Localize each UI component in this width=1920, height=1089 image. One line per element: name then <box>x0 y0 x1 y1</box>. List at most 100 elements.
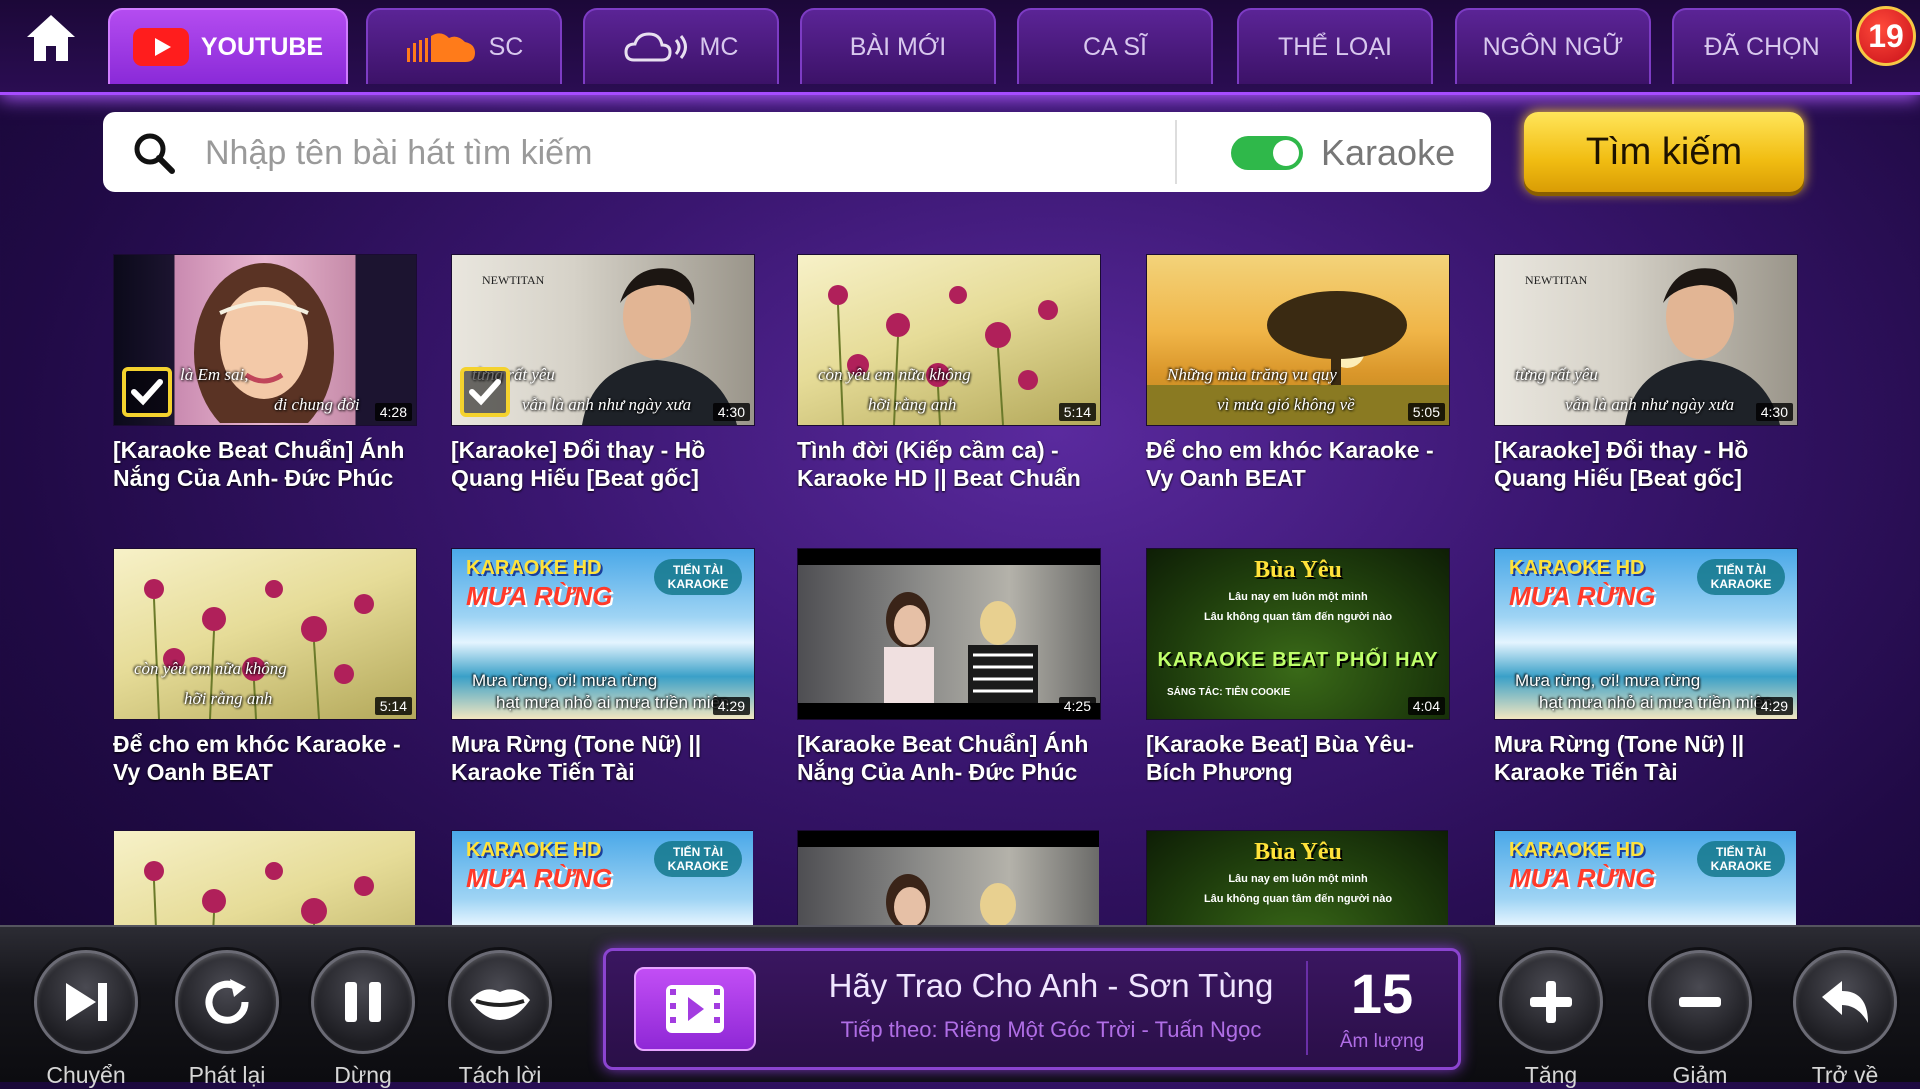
checkmark-icon <box>469 379 501 406</box>
thumb-lyric-line: từng rất yêu <box>1515 365 1598 384</box>
video-title[interactable]: [Karaoke] Đổi thay - Hồ Quang Hiếu [Beat… <box>451 436 753 492</box>
control-label: Tăng <box>1524 1062 1578 1088</box>
control-label: Trở về <box>1811 1062 1879 1088</box>
tab-label: THỂ LOẠI <box>1278 32 1392 61</box>
top-navigation-bar: YOUTUBE SC MC BÀI MỚI CA SĨ THỂ LOẠI NGÔN NGỮ Đ… <box>0 0 1920 95</box>
control-circle[interactable] <box>448 950 552 1054</box>
video-card[interactable]: KARAOKE HD MƯA RỪNG TIẾN TÀI KARAOKE <box>451 830 753 926</box>
video-title[interactable]: Để cho em khóc Karaoke - Vy Oanh BEAT <box>1146 436 1448 492</box>
search-divider <box>1175 120 1177 184</box>
video-thumbnail[interactable] <box>113 830 415 926</box>
video-thumbnail[interactable]: là Em sai, đi chung đời 4:28 <box>113 254 417 426</box>
now-playing-panel: Hãy Trao Cho Anh - Sơn Tùng Tiếp theo: R… <box>603 948 1461 1070</box>
tách-lời-button[interactable]: Tách lời <box>446 950 554 1089</box>
volume-divider <box>1306 961 1308 1055</box>
selected-count-badge[interactable]: 19 <box>1856 6 1916 66</box>
video-thumbnail[interactable]: Những mùa trăng vu quy vì mưa gió không v… <box>1146 254 1450 426</box>
video-title[interactable]: [Karaoke Beat Chuẩn] Ánh Nắng Của Anh- Đ… <box>113 436 415 492</box>
control-circle[interactable] <box>34 950 138 1054</box>
video-thumbnail[interactable] <box>797 830 1099 926</box>
search-button[interactable]: Tìm kiếm <box>1524 112 1804 192</box>
giảm-button[interactable]: Giảm <box>1646 950 1754 1089</box>
video-thumbnail[interactable]: còn yêu em nữa không hỡi rằng anh 5:14 <box>797 254 1101 426</box>
video-card[interactable]: NEWTITAN từng rất yêu vẫn là anh như ngày… <box>451 254 755 492</box>
tăng-button[interactable]: Tăng <box>1497 950 1605 1089</box>
video-duration: 5:05 <box>1407 403 1445 421</box>
video-card[interactable] <box>797 830 1099 926</box>
video-thumbnail[interactable]: KARAOKE HD MƯA RỪNG TIẾN TÀI KARAOKE Mưa… <box>1494 548 1798 720</box>
video-card[interactable]: 4:25 [Karaoke Beat Chuẩn] Ánh Nắng Của A… <box>797 548 1101 786</box>
video-thumbnail[interactable]: NEWTITAN từng rất yêu vẫn là anh như ngày… <box>451 254 755 426</box>
video-thumbnail[interactable]: KARAOKE HD MƯA RỪNG TIẾN TÀI KARAOKE Mưa… <box>451 548 755 720</box>
search-bar: Karaoke <box>103 112 1491 192</box>
video-thumbnail[interactable]: NEWTITAN từng rất yêu vẫn là anh như ngày… <box>1494 254 1798 426</box>
video-thumbnail[interactable]: KARAOKE HD MƯA RỪNG TIẾN TÀI KARAOKE <box>1494 830 1796 926</box>
checkmark-icon <box>131 379 163 406</box>
video-title[interactable]: Mưa Rừng (Tone Nữ) || Karaoke Tiến Tài <box>451 730 753 786</box>
video-card[interactable]: Bùa Yêu Lâu nay em luôn một mình Lâu khô… <box>1146 830 1448 926</box>
video-card[interactable]: còn yêu em nữa không hỡi rằng anh 5:14 Tì… <box>797 254 1101 492</box>
video-card[interactable]: là Em sai, đi chung đời 4:28 [Karaoke Bea… <box>113 254 417 492</box>
video-view-button[interactable] <box>634 967 756 1051</box>
chuyển-button[interactable]: Chuyển <box>32 950 140 1089</box>
video-card[interactable]: NEWTITAN từng rất yêu vẫn là anh như ngày… <box>1494 254 1798 492</box>
tab-label: CA SĨ <box>1083 32 1147 61</box>
flowers-art <box>144 861 374 926</box>
video-title[interactable]: [Karaoke Beat Chuẩn] Ánh Nắng Của Anh- Đ… <box>797 730 1099 786</box>
video-card[interactable]: KARAOKE HD MƯA RỪNG TIẾN TÀI KARAOKE <box>1494 830 1796 926</box>
video-title[interactable]: Tình đời (Kiếp cầm ca) - Karaoke HD || B… <box>797 436 1099 492</box>
video-thumbnail[interactable]: Bùa Yêu Lâu nay em luôn một mình Lâu khô… <box>1146 548 1450 720</box>
video-duration: 4:30 <box>712 403 750 421</box>
lips-icon <box>468 982 532 1022</box>
tab-thể-loại[interactable]: THỂ LOẠI <box>1237 8 1433 84</box>
video-title[interactable]: Để cho em khóc Karaoke - Vy Oanh BEAT <box>113 730 415 786</box>
video-card[interactable]: Bùa Yêu Lâu nay em luôn một mình Lâu khô… <box>1146 548 1450 786</box>
control-label: Chuyển <box>46 1062 126 1088</box>
home-button[interactable] <box>22 10 80 66</box>
video-thumbnail[interactable]: 4:25 <box>797 548 1101 720</box>
control-circle[interactable] <box>1499 950 1603 1054</box>
video-thumbnail[interactable]: còn yêu em nữa không hỡi rằng anh 5:14 <box>113 548 417 720</box>
video-title[interactable]: Mưa Rừng (Tone Nữ) || Karaoke Tiến Tài <box>1494 730 1796 786</box>
movie-scene <box>886 874 1016 926</box>
tab-bài-mới[interactable]: BÀI MỚI <box>800 8 996 84</box>
video-thumbnail[interactable]: KARAOKE HD MƯA RỪNG TIẾN TÀI KARAOKE <box>451 830 753 926</box>
control-circle[interactable] <box>1793 950 1897 1054</box>
back-arrow-icon <box>1818 977 1872 1027</box>
video-thumbnail[interactable]: Bùa Yêu Lâu nay em luôn một mình Lâu khô… <box>1146 830 1448 926</box>
phát-lại-button[interactable]: Phát lại <box>173 950 281 1089</box>
tab-sc[interactable]: SC <box>366 8 562 84</box>
video-card[interactable]: KARAOKE HD MƯA RỪNG TIẾN TÀI KARAOKE Mưa… <box>1494 548 1798 786</box>
video-card[interactable]: còn yêu em nữa không hỡi rằng anh 5:14 Để… <box>113 548 417 786</box>
video-card[interactable]: KARAOKE HD MƯA RỪNG TIẾN TÀI KARAOKE Mưa… <box>451 548 755 786</box>
thumb-lyric-line: vì mưa gió không về <box>1217 395 1355 414</box>
tab-đã-chọn[interactable]: ĐÃ CHỌN <box>1672 8 1852 84</box>
tab-ngôn-ngữ[interactable]: NGÔN NGỮ <box>1455 8 1651 84</box>
video-duration: 4:30 <box>1755 403 1793 421</box>
video-duration: 4:29 <box>712 697 750 715</box>
tab-ca-sĩ[interactable]: CA SĨ <box>1017 8 1213 84</box>
video-duration: 4:04 <box>1407 697 1445 715</box>
selected-check[interactable] <box>122 367 172 417</box>
video-title[interactable]: [Karaoke] Đổi thay - Hồ Quang Hiếu [Beat… <box>1494 436 1796 492</box>
video-duration: 4:28 <box>374 403 412 421</box>
control-circle[interactable] <box>1648 950 1752 1054</box>
trở-về-button[interactable]: Trở về <box>1791 950 1899 1089</box>
thumb-lyric-line: còn yêu em nữa không <box>134 659 287 678</box>
video-card[interactable] <box>113 830 415 926</box>
tab-mc[interactable]: MC <box>583 8 779 84</box>
youtube-icon <box>132 28 189 66</box>
tab-label: BÀI MỚI <box>849 32 947 61</box>
dừng-button[interactable]: Dừng <box>309 950 417 1089</box>
pause-icon <box>341 978 385 1026</box>
control-circle[interactable] <box>175 950 279 1054</box>
control-circle[interactable] <box>311 950 415 1054</box>
video-card[interactable]: Những mùa trăng vu quy vì mưa gió không v… <box>1146 254 1450 492</box>
search-icon <box>134 133 175 174</box>
selected-check[interactable] <box>460 367 510 417</box>
search-input[interactable] <box>203 124 1267 182</box>
video-title[interactable]: [Karaoke Beat] Bùa Yêu- Bích Phương <box>1146 730 1448 786</box>
karaoke-toggle[interactable] <box>1231 136 1303 170</box>
tab-youtube[interactable]: YOUTUBE <box>108 8 348 84</box>
volume-label: Âm lượng <box>1339 1031 1425 1052</box>
